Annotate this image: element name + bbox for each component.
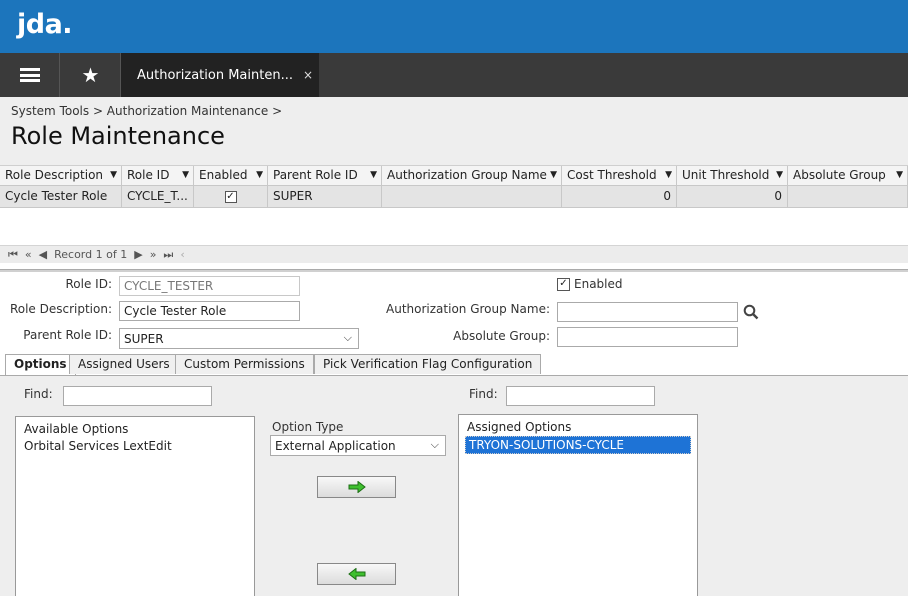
breadcrumb[interactable]: System Tools > Authorization Maintenance… bbox=[11, 104, 282, 118]
dropdown-icon[interactable]: ▼ bbox=[550, 166, 557, 185]
col-unit-threshold[interactable]: Unit Threshold ▼ bbox=[677, 166, 788, 186]
page-title: Role Maintenance bbox=[11, 122, 225, 150]
arrow-right-icon bbox=[348, 481, 366, 493]
dropdown-icon[interactable]: ▼ bbox=[370, 166, 377, 185]
assigned-options-header: Assigned Options bbox=[467, 420, 572, 434]
grid-header: Role Description ▼ Role ID ▼ Enabled ▼ Pare… bbox=[0, 166, 908, 186]
absolute-group-label: Absolute Group: bbox=[453, 329, 550, 343]
enabled-form-checkbox[interactable]: ✓ bbox=[557, 278, 570, 291]
next-page-icon[interactable]: ▶ bbox=[134, 248, 142, 261]
list-item[interactable]: Orbital Services LextEdit bbox=[16, 436, 254, 456]
role-id-label: Role ID: bbox=[65, 277, 113, 291]
favorites-button[interactable]: ★ bbox=[61, 53, 121, 97]
tab-assigned-users[interactable]: Assigned Users bbox=[69, 354, 179, 374]
find-assigned-input[interactable] bbox=[506, 386, 655, 406]
col-role-id[interactable]: Role ID ▼ bbox=[122, 166, 194, 186]
dropdown-icon[interactable]: ▼ bbox=[776, 166, 783, 185]
available-options-list[interactable]: Available Options Orbital Services LextE… bbox=[15, 416, 255, 596]
search-icon[interactable] bbox=[743, 304, 759, 320]
col-absolute-group[interactable]: Absolute Group ▼ bbox=[788, 166, 908, 186]
role-description-label: Role Description: bbox=[9, 302, 112, 316]
first-page-icon[interactable]: ⏮ bbox=[8, 248, 18, 262]
tab-authorization-maintenance[interactable]: Authorization Mainten... × bbox=[121, 53, 319, 97]
col-cost-threshold[interactable]: Cost Threshold ▼ bbox=[562, 166, 677, 186]
list-item[interactable]: TRYON-SOLUTIONS-CYCLE bbox=[465, 436, 691, 454]
cell-role-id[interactable]: CYCLE_T... bbox=[122, 186, 194, 208]
cell-absolute-group[interactable] bbox=[788, 186, 908, 208]
last-page-icon[interactable]: ⏭ bbox=[163, 248, 173, 262]
arrow-left-icon bbox=[347, 568, 365, 580]
options-panel: Find: Find: Available Options Orbital Se… bbox=[0, 375, 908, 596]
dropdown-icon[interactable]: ▼ bbox=[665, 166, 672, 185]
find-assigned-label: Find: bbox=[469, 387, 498, 401]
unassign-option-button[interactable] bbox=[317, 563, 396, 585]
prev-page-icon[interactable]: ◀ bbox=[39, 248, 47, 261]
role-detail-form: Role ID: CYCLE_TESTER Role Description: … bbox=[0, 272, 908, 354]
star-icon: ★ bbox=[81, 63, 100, 87]
parent-role-id-select[interactable]: SUPER ⌵ bbox=[119, 328, 359, 349]
hamburger-icon bbox=[19, 68, 40, 82]
cell-authorization-group[interactable] bbox=[382, 186, 562, 208]
absolute-group-field[interactable] bbox=[557, 327, 738, 347]
cell-parent-role-id[interactable]: SUPER bbox=[268, 186, 382, 208]
detail-tabs: Options Assigned Users Custom Permission… bbox=[0, 354, 908, 375]
assigned-options-list[interactable]: Assigned Options TRYON-SOLUTIONS-CYCLE bbox=[458, 414, 698, 596]
prev-fast-icon[interactable]: « bbox=[25, 248, 32, 261]
tab-options[interactable]: Options bbox=[5, 354, 76, 375]
top-bar: jda. bbox=[0, 0, 908, 53]
scroll-left-icon[interactable]: ‹ bbox=[180, 248, 184, 261]
tab-pick-verification[interactable]: Pick Verification Flag Configuration bbox=[314, 354, 542, 374]
chevron-down-icon: ⌵ bbox=[343, 331, 352, 344]
dropdown-icon[interactable]: ▼ bbox=[182, 166, 189, 185]
chevron-down-icon: ⌵ bbox=[430, 438, 439, 451]
authorization-group-field[interactable] bbox=[557, 302, 738, 322]
option-type-label: Option Type bbox=[272, 420, 344, 434]
available-options-header: Available Options bbox=[24, 422, 129, 436]
dropdown-icon[interactable]: ▼ bbox=[110, 166, 117, 185]
menu-button[interactable] bbox=[0, 53, 60, 97]
role-description-field[interactable]: Cycle Tester Role bbox=[119, 301, 300, 321]
dropdown-icon[interactable]: ▼ bbox=[256, 166, 263, 185]
next-fast-icon[interactable]: » bbox=[150, 248, 157, 261]
nav-bar: ★ Authorization Mainten... × bbox=[0, 53, 908, 97]
assign-option-button[interactable] bbox=[317, 476, 396, 498]
cell-unit-threshold[interactable]: 0 bbox=[677, 186, 788, 208]
col-role-description[interactable]: Role Description ▼ bbox=[0, 166, 122, 186]
enabled-checkbox[interactable]: ✓ bbox=[224, 191, 237, 203]
page-header: System Tools > Authorization Maintenance… bbox=[0, 97, 908, 165]
close-icon[interactable]: × bbox=[303, 68, 313, 82]
tab-label: Authorization Mainten... bbox=[137, 67, 293, 83]
parent-role-id-label: Parent Role ID: bbox=[23, 328, 112, 342]
enabled-label: Enabled bbox=[574, 277, 623, 291]
dropdown-icon[interactable]: ▼ bbox=[896, 166, 903, 185]
find-available-label: Find: bbox=[24, 387, 53, 401]
roles-grid: Role Description ▼ Role ID ▼ Enabled ▼ Pare… bbox=[0, 165, 908, 245]
record-count: Record 1 of 1 bbox=[54, 248, 128, 261]
authorization-group-label: Authorization Group Name: bbox=[386, 302, 550, 316]
cell-cost-threshold[interactable]: 0 bbox=[562, 186, 677, 208]
grid-pager: ⏮ « ◀ Record 1 of 1 ▶ » ⏭ ‹ bbox=[0, 245, 908, 263]
role-id-field[interactable]: CYCLE_TESTER bbox=[119, 276, 300, 296]
cell-enabled[interactable]: ✓ bbox=[194, 186, 268, 208]
tab-custom-permissions[interactable]: Custom Permissions bbox=[175, 354, 314, 374]
option-type-select[interactable]: External Application ⌵ bbox=[270, 435, 446, 456]
col-enabled[interactable]: Enabled ▼ bbox=[194, 166, 268, 186]
col-authorization-group-name[interactable]: Authorization Group Name ▼ bbox=[382, 166, 562, 186]
col-parent-role-id[interactable]: Parent Role ID ▼ bbox=[268, 166, 382, 186]
jda-logo[interactable]: jda. bbox=[17, 9, 73, 40]
table-row[interactable]: Cycle Tester Role CYCLE_T... ✓ SUPER 0 0 bbox=[0, 186, 908, 208]
cell-role-description[interactable]: Cycle Tester Role bbox=[0, 186, 122, 208]
find-available-input[interactable] bbox=[63, 386, 212, 406]
